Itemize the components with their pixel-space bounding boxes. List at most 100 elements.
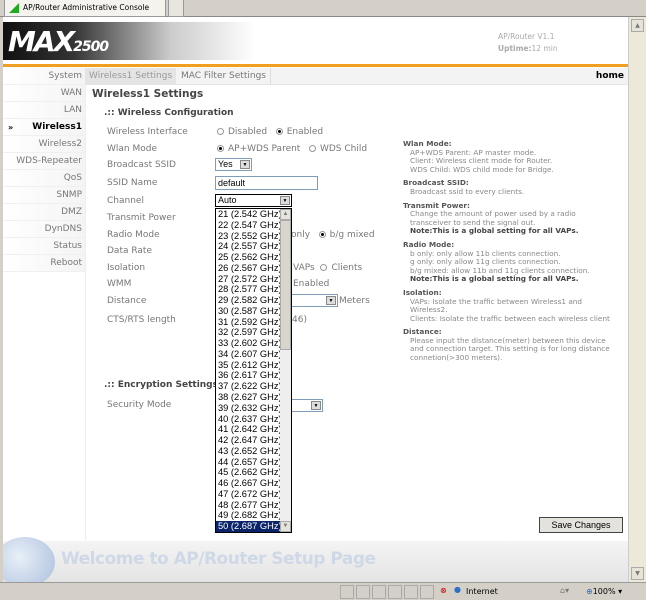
sidebar-item-status[interactable]: Status [3, 238, 85, 255]
channel-option[interactable]: 43 (2.652 GHz) [216, 446, 282, 457]
logo: MAX2500 [3, 22, 283, 60]
channel-option[interactable]: 21 (2.542 GHz) [216, 209, 282, 220]
scroll-thumb[interactable] [280, 220, 291, 350]
channel-option[interactable]: 30 (2.587 GHz) [216, 306, 282, 317]
sidebar-item-label: Wireless1 [32, 122, 82, 132]
new-tab-button[interactable] [168, 0, 184, 17]
scroll-down-icon[interactable]: ▼ [631, 567, 644, 580]
sidebar-item-dmz[interactable]: DMZ [3, 204, 85, 221]
channel-option[interactable]: 24 (2.557 GHz) [216, 241, 282, 252]
channel-option[interactable]: 50 (2.687 GHz) [216, 521, 282, 532]
channel-option[interactable]: 49 (2.682 GHz) [216, 510, 282, 521]
radio-ap-wds-parent[interactable] [217, 145, 224, 152]
sidebar-item-label: Wireless2 [38, 139, 82, 149]
radio-label: Disabled [228, 127, 268, 137]
help-line: Change the amount of power used by a rad… [410, 209, 576, 227]
section-encryption: .:: Encryption Settings [104, 380, 218, 390]
protected-mode-icon[interactable]: ⌂▾ [560, 586, 569, 595]
chevron-down-icon: ▼ [280, 196, 290, 205]
radio-disabled[interactable] [217, 128, 224, 135]
channel-option[interactable]: 38 (2.627 GHz) [216, 392, 282, 403]
radio-mode-radios: only b/g mixed [291, 230, 375, 240]
page-scrollbar[interactable]: ▲ ▼ [628, 17, 646, 582]
sidebar-item-reboot[interactable]: Reboot [3, 255, 85, 272]
scroll-down-icon[interactable]: ▼ [280, 521, 291, 532]
channel-option[interactable]: 34 (2.607 GHz) [216, 349, 282, 360]
help-group: Transmit Power: Change the amount of powe… [403, 201, 618, 236]
zoom-value: 100% [592, 587, 616, 596]
chevron-down-icon: ▼ [326, 296, 336, 305]
channel-option[interactable]: 48 (2.677 GHz) [216, 500, 282, 511]
radio-bg-mixed[interactable] [318, 231, 326, 238]
channel-option[interactable]: 32 (2.597 GHz) [216, 327, 282, 338]
channel-option[interactable]: 41 (2.642 GHz) [216, 424, 282, 435]
sidebar-item-wds-repeater[interactable]: WDS-Repeater [3, 153, 85, 170]
sidebar-item-wireless1[interactable]: » Wireless1 [3, 119, 85, 136]
channel-option[interactable]: 27 (2.572 GHz) [216, 274, 282, 285]
scroll-up-icon[interactable]: ▲ [631, 19, 644, 32]
radio-label: Clients [331, 263, 363, 273]
sidebar-item-dyndns[interactable]: DynDNS [3, 221, 85, 238]
dropdown-scrollbar[interactable]: ▲ ▼ [280, 209, 291, 532]
radio-label: WDS Child [319, 144, 368, 154]
help-panel: Wlan Mode: AP+WDS Parent: AP master mode.… [403, 139, 618, 368]
zoom-level[interactable]: ⊕100% ▾ [586, 587, 622, 596]
tab-wireless1-settings[interactable]: Wireless1 Settings [85, 68, 177, 85]
label-wmm: WMM [107, 279, 132, 289]
divider [3, 64, 628, 67]
sidebar-item-qos[interactable]: QoS [3, 170, 85, 187]
isolation-radios: VAPs Clients [293, 263, 362, 273]
channel-select[interactable]: Auto ▼ [215, 194, 292, 207]
sidebar-item-label: WDS-Repeater [16, 156, 82, 166]
channel-option[interactable]: 37 (2.622 GHz) [216, 381, 282, 392]
blocked-icon: ⊗ [440, 586, 447, 595]
sidebar-item-wan[interactable]: WAN [3, 85, 85, 102]
channel-option[interactable]: 35 (2.612 GHz) [216, 360, 282, 371]
sidebar-item-snmp[interactable]: SNMP [3, 187, 85, 204]
channel-option[interactable]: 45 (2.662 GHz) [216, 467, 282, 478]
page-icon [9, 3, 19, 13]
radio-wds-child[interactable] [308, 145, 316, 152]
help-line: WDS Child: WDS child mode for Bridge. [410, 164, 554, 174]
channel-option[interactable]: 46 (2.667 GHz) [216, 478, 282, 489]
channel-option[interactable]: 42 (2.647 GHz) [216, 435, 282, 446]
channel-option[interactable]: 47 (2.672 GHz) [216, 489, 282, 500]
status-bar: ⊗ ● Internet ⌂▾ ⊕100% ▾ [0, 582, 646, 600]
label-cts-rts: CTS/RTS length [107, 315, 176, 325]
radio-clients[interactable] [320, 264, 328, 271]
page-title: Wireless1 Settings [92, 88, 204, 100]
tab-title: AP/Router Administrative Console [23, 3, 150, 12]
channel-option[interactable]: 23 (2.552 GHz) [216, 231, 282, 242]
channel-option[interactable]: 25 (2.562 GHz) [216, 252, 282, 263]
radio-label: only [291, 230, 311, 240]
channel-option[interactable]: 33 (2.602 GHz) [216, 338, 282, 349]
channel-option[interactable]: 44 (2.657 GHz) [216, 457, 282, 468]
channel-option[interactable]: 29 (2.582 GHz) [216, 295, 282, 306]
tab-mac-filter-settings[interactable]: MAC Filter Settings [177, 68, 271, 85]
sidebar-item-lan[interactable]: LAN [3, 102, 85, 119]
channel-option[interactable]: 40 (2.637 GHz) [216, 414, 282, 425]
channel-option[interactable]: 31 (2.592 GHz) [216, 317, 282, 328]
channel-option[interactable]: 22 (2.547 GHz) [216, 220, 282, 231]
chevron-down-icon: ▼ [240, 160, 250, 169]
channel-option[interactable]: 36 (2.617 GHz) [216, 370, 282, 381]
label-isolation: Isolation [107, 263, 146, 273]
channel-option[interactable]: 39 (2.632 GHz) [216, 403, 282, 414]
radio-enabled[interactable] [275, 128, 283, 135]
sidebar-item-system[interactable]: System [3, 68, 85, 85]
channel-option[interactable]: 26 (2.567 GHz) [216, 263, 282, 274]
label-wireless-interface: Wireless Interface [107, 127, 188, 137]
broadcast-ssid-select[interactable]: Yes ▼ [215, 158, 252, 171]
scroll-up-icon[interactable]: ▲ [280, 209, 291, 220]
globe-icon: ● [454, 585, 461, 594]
sidebar-item-wireless2[interactable]: Wireless2 [3, 136, 85, 153]
home-link[interactable]: home [596, 68, 624, 85]
label-ssid-name: SSID Name [107, 178, 158, 188]
label-data-rate: Data Rate [107, 246, 152, 256]
channel-option[interactable]: 28 (2.577 GHz) [216, 284, 282, 295]
channel-dropdown-list[interactable]: 21 (2.542 GHz) 22 (2.547 GHz) 23 (2.552 GH… [215, 208, 292, 533]
browser-tab[interactable]: AP/Router Administrative Console [4, 0, 166, 17]
save-changes-button[interactable]: Save Changes [539, 517, 623, 533]
ssid-name-input[interactable]: default [215, 176, 318, 190]
welcome-text: Welcome to AP/Router Setup Page [61, 549, 376, 569]
